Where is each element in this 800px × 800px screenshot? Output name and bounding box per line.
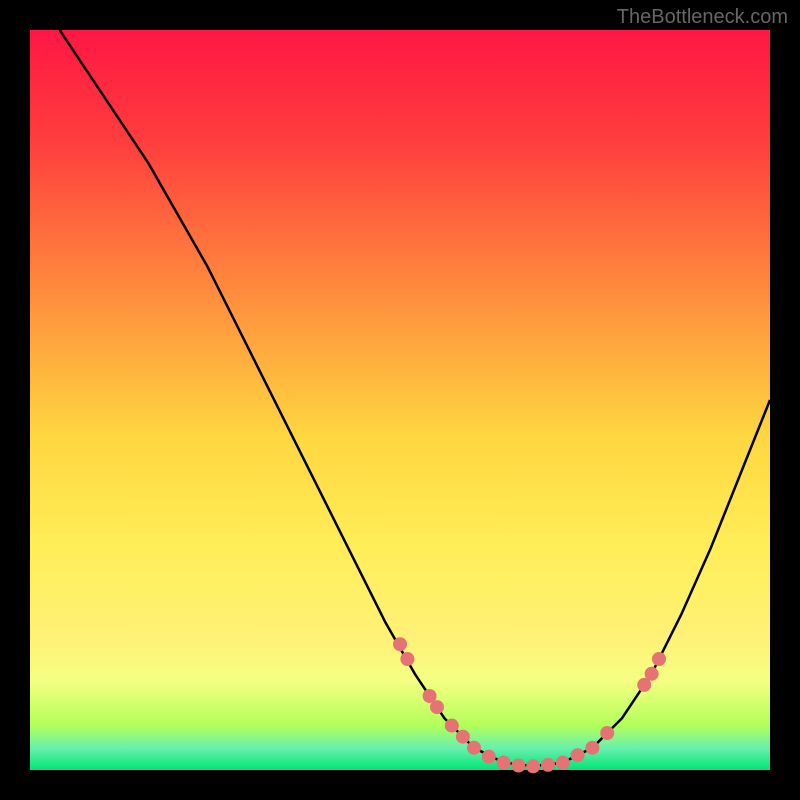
data-point [600, 726, 614, 740]
chart-container: TheBottleneck.com [0, 0, 800, 800]
data-point [541, 758, 555, 772]
data-point [511, 759, 525, 773]
data-point [393, 637, 407, 651]
data-point [585, 741, 599, 755]
data-point [467, 741, 481, 755]
data-point [526, 759, 540, 773]
watermark-text: TheBottleneck.com [617, 6, 788, 29]
data-point [456, 730, 470, 744]
data-point [445, 719, 459, 733]
data-point [556, 756, 570, 770]
data-point [645, 667, 659, 681]
data-point [400, 652, 414, 666]
data-point [652, 652, 666, 666]
bottleneck-chart [0, 0, 800, 800]
data-point [497, 756, 511, 770]
data-point [482, 750, 496, 764]
data-point [430, 700, 444, 714]
data-point [571, 748, 585, 762]
